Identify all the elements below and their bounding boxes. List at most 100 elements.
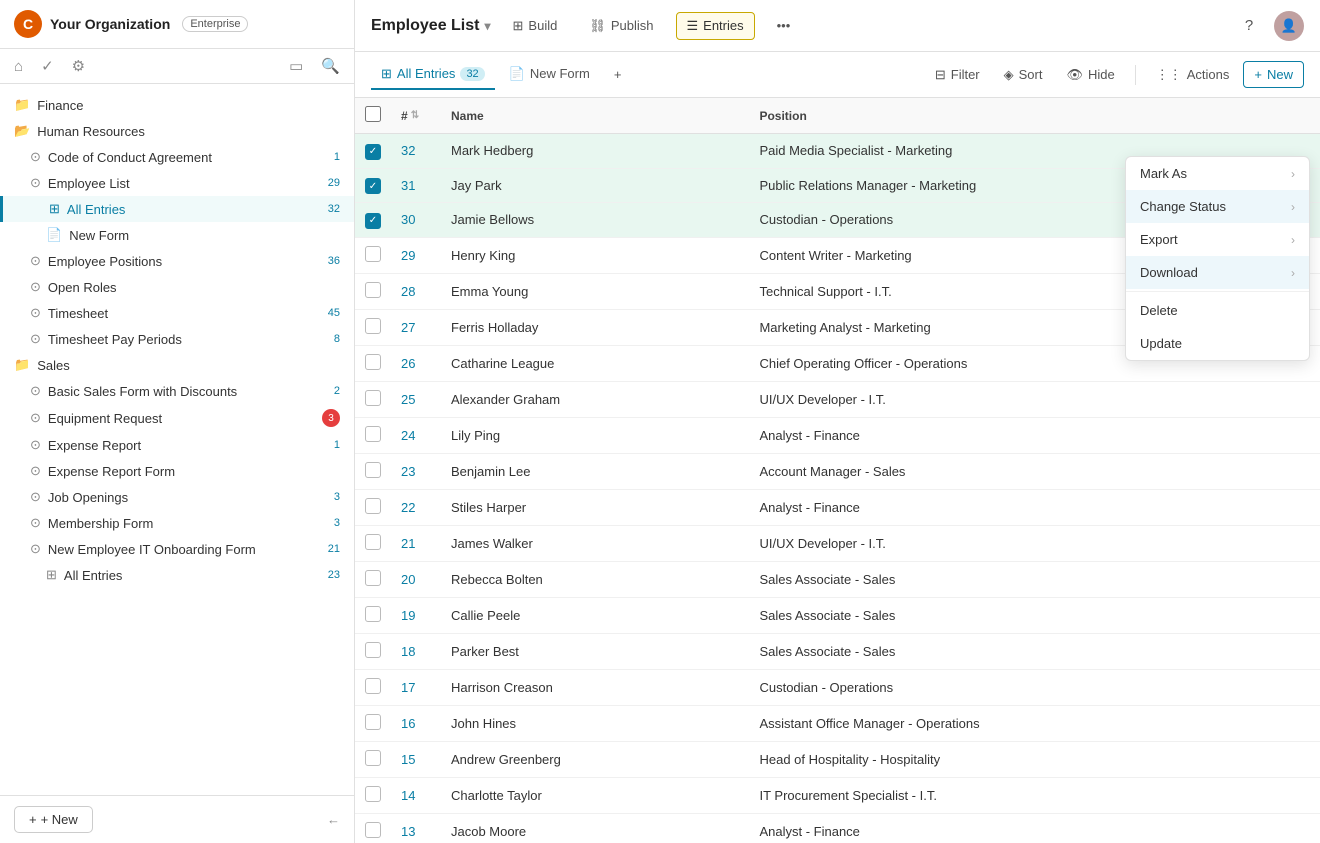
sidebar-item-equipment-request[interactable]: ⊙ Equipment Request 3 xyxy=(0,404,354,432)
row-name[interactable]: Lily Ping xyxy=(441,417,749,453)
dropdown-item-delete[interactable]: Delete xyxy=(1126,294,1309,327)
row-name[interactable]: Mark Hedberg xyxy=(441,134,749,169)
row-checkbox[interactable] xyxy=(365,786,381,802)
row-checkbox[interactable]: ✓ xyxy=(365,213,381,229)
row-name[interactable]: Stiles Harper xyxy=(441,489,749,525)
row-checkbox[interactable] xyxy=(365,606,381,622)
layout-icon[interactable]: ▭ xyxy=(289,57,303,75)
row-name[interactable]: Jamie Bellows xyxy=(441,203,749,238)
number-header[interactable]: # ⇅ xyxy=(391,98,441,134)
row-name[interactable]: Andrew Greenberg xyxy=(441,741,749,777)
actions-button[interactable]: ⋮⋮ Actions xyxy=(1146,62,1240,88)
row-name[interactable]: Jacob Moore xyxy=(441,813,749,843)
row-checkbox-cell[interactable] xyxy=(355,237,391,273)
row-checkbox-cell[interactable] xyxy=(355,813,391,843)
sidebar-item-all-entries[interactable]: ⊞ All Entries 32 xyxy=(0,196,354,222)
row-checkbox[interactable] xyxy=(365,390,381,406)
filter-button[interactable]: ⊟ Filter xyxy=(925,62,990,88)
row-checkbox[interactable] xyxy=(365,714,381,730)
sidebar-item-all-entries-2[interactable]: ⊞ All Entries 23 xyxy=(0,562,354,588)
row-checkbox-cell[interactable] xyxy=(355,489,391,525)
new-entry-button[interactable]: + New xyxy=(1243,61,1304,88)
sort-button[interactable]: ◈ Sort xyxy=(994,62,1053,88)
row-name[interactable]: Harrison Creason xyxy=(441,669,749,705)
row-name[interactable]: Rebecca Bolten xyxy=(441,561,749,597)
row-checkbox[interactable] xyxy=(365,498,381,514)
row-checkbox[interactable] xyxy=(365,534,381,550)
row-checkbox-cell[interactable]: ✓ xyxy=(355,134,391,169)
row-name[interactable]: Jay Park xyxy=(441,168,749,203)
sidebar-item-membership-form[interactable]: ⊙ Membership Form 3 xyxy=(0,510,354,536)
sidebar-item-timesheet-pay-periods[interactable]: ⊙ Timesheet Pay Periods 8 xyxy=(0,326,354,352)
sidebar-item-code-of-conduct[interactable]: ⊙ Code of Conduct Agreement 1 xyxy=(0,144,354,170)
sidebar-item-timesheet[interactable]: ⊙ Timesheet 45 xyxy=(0,300,354,326)
row-checkbox-cell[interactable] xyxy=(355,417,391,453)
row-checkbox[interactable] xyxy=(365,642,381,658)
row-checkbox[interactable] xyxy=(365,570,381,586)
collapse-icon[interactable]: ← xyxy=(327,812,340,827)
row-name[interactable]: James Walker xyxy=(441,525,749,561)
sidebar-item-new-employee-it[interactable]: ⊙ New Employee IT Onboarding Form 21 xyxy=(0,536,354,562)
chevron-down-icon[interactable]: ▾ xyxy=(484,19,490,33)
select-all-header[interactable] xyxy=(355,98,391,134)
entries-button[interactable]: ☰ Entries xyxy=(676,12,755,40)
row-name[interactable]: Catharine League xyxy=(441,345,749,381)
position-header[interactable]: Position xyxy=(749,98,1320,134)
row-checkbox[interactable]: ✓ xyxy=(365,144,381,160)
row-checkbox-cell[interactable] xyxy=(355,561,391,597)
sidebar-item-expense-report[interactable]: ⊙ Expense Report 1 xyxy=(0,432,354,458)
row-name[interactable]: John Hines xyxy=(441,705,749,741)
publish-button[interactable]: ⛓ Publish xyxy=(579,13,663,39)
row-checkbox-cell[interactable] xyxy=(355,777,391,813)
row-checkbox-cell[interactable] xyxy=(355,633,391,669)
row-checkbox[interactable] xyxy=(365,282,381,298)
new-button[interactable]: + + New xyxy=(14,806,93,833)
settings-icon[interactable]: ⚙ xyxy=(72,57,85,75)
dropdown-item-download[interactable]: Download › xyxy=(1126,256,1309,289)
sidebar-item-expense-report-form[interactable]: ⊙ Expense Report Form xyxy=(0,458,354,484)
name-header[interactable]: Name xyxy=(441,98,749,134)
more-button[interactable]: ••• xyxy=(767,13,801,38)
sidebar-item-employee-positions[interactable]: ⊙ Employee Positions 36 xyxy=(0,248,354,274)
row-checkbox-cell[interactable] xyxy=(355,669,391,705)
row-name[interactable]: Charlotte Taylor xyxy=(441,777,749,813)
row-checkbox[interactable] xyxy=(365,426,381,442)
row-checkbox-cell[interactable]: ✓ xyxy=(355,168,391,203)
home-icon[interactable]: ⌂ xyxy=(14,58,23,75)
row-checkbox[interactable] xyxy=(365,318,381,334)
row-name[interactable]: Ferris Holladay xyxy=(441,309,749,345)
row-name[interactable]: Emma Young xyxy=(441,273,749,309)
build-button[interactable]: ⊞ Build xyxy=(503,13,568,39)
row-checkbox[interactable] xyxy=(365,750,381,766)
dropdown-item-export[interactable]: Export › xyxy=(1126,223,1309,256)
row-name[interactable]: Benjamin Lee xyxy=(441,453,749,489)
avatar[interactable]: 👤 xyxy=(1274,11,1304,41)
row-checkbox-cell[interactable] xyxy=(355,309,391,345)
add-tab-button[interactable]: + xyxy=(604,62,632,87)
row-checkbox[interactable] xyxy=(365,354,381,370)
row-name[interactable]: Callie Peele xyxy=(441,597,749,633)
row-checkbox[interactable]: ✓ xyxy=(365,178,381,194)
row-checkbox-cell[interactable] xyxy=(355,273,391,309)
sidebar-item-sales[interactable]: 📁 Sales xyxy=(0,352,354,378)
row-checkbox-cell[interactable]: ✓ xyxy=(355,203,391,238)
row-checkbox-cell[interactable] xyxy=(355,525,391,561)
row-checkbox[interactable] xyxy=(365,822,381,838)
dropdown-item-update[interactable]: Update xyxy=(1126,327,1309,360)
row-checkbox[interactable] xyxy=(365,678,381,694)
row-checkbox[interactable] xyxy=(365,462,381,478)
row-name[interactable]: Alexander Graham xyxy=(441,381,749,417)
select-all-checkbox[interactable] xyxy=(365,106,381,122)
row-checkbox-cell[interactable] xyxy=(355,453,391,489)
sidebar-item-job-openings[interactable]: ⊙ Job Openings 3 xyxy=(0,484,354,510)
sidebar-item-open-roles[interactable]: ⊙ Open Roles xyxy=(0,274,354,300)
sidebar-item-employee-list[interactable]: ⊙ Employee List 29 xyxy=(0,170,354,196)
sidebar-item-finance[interactable]: 📁 Finance xyxy=(0,92,354,118)
row-checkbox-cell[interactable] xyxy=(355,381,391,417)
sidebar-item-basic-sales[interactable]: ⊙ Basic Sales Form with Discounts 2 xyxy=(0,378,354,404)
row-checkbox-cell[interactable] xyxy=(355,345,391,381)
help-button[interactable]: ? xyxy=(1234,11,1264,41)
sidebar-item-human-resources[interactable]: 📂 Human Resources xyxy=(0,118,354,144)
row-name[interactable]: Parker Best xyxy=(441,633,749,669)
dropdown-item-mark-as[interactable]: Mark As › xyxy=(1126,157,1309,190)
